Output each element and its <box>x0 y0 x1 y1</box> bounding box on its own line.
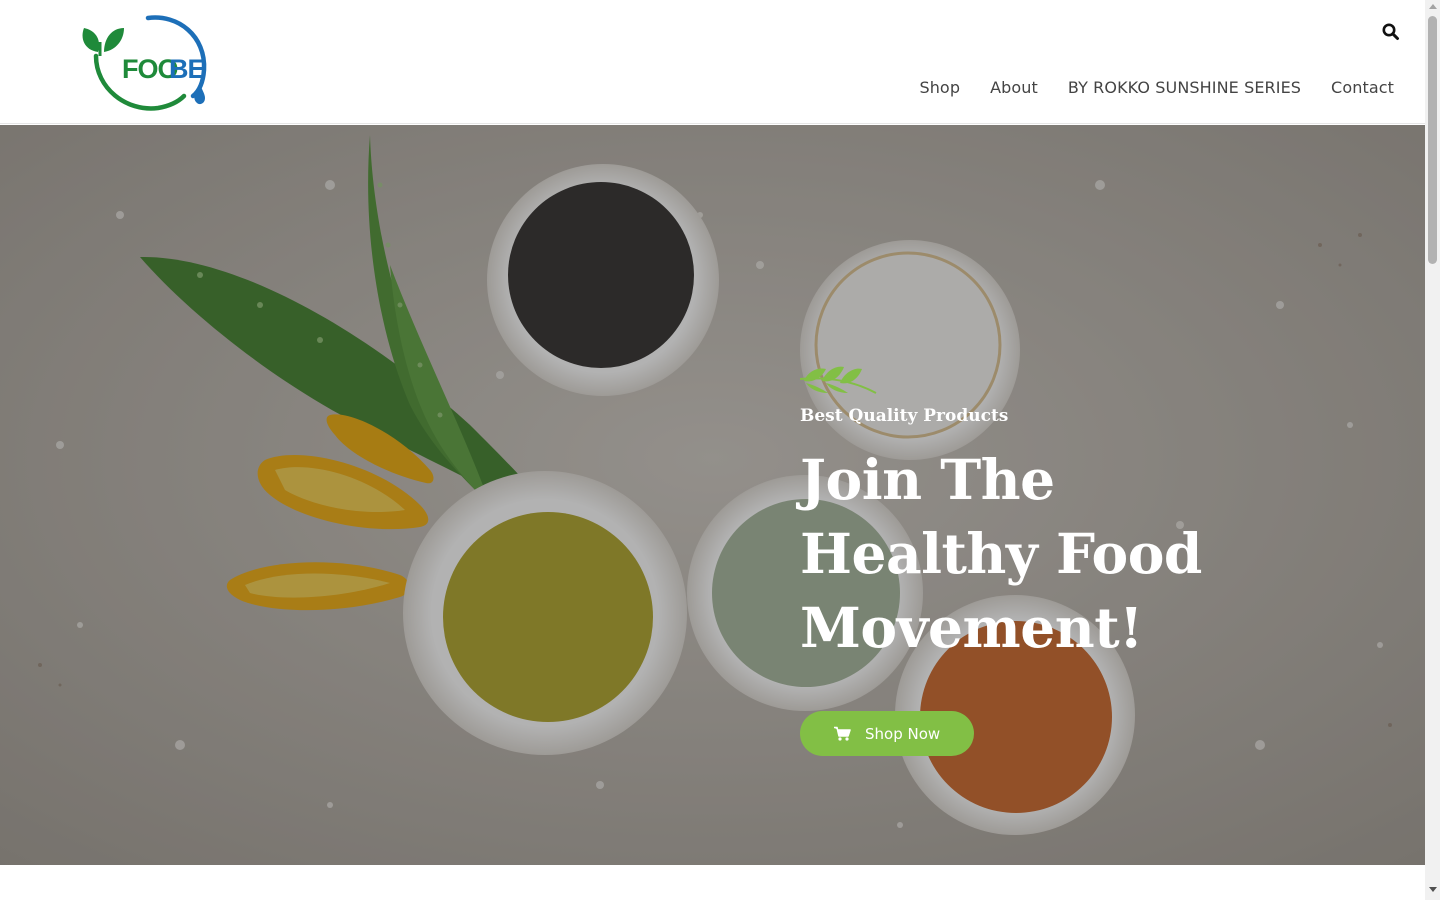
hero-headline: Join The Healthy Food Movement! <box>800 447 1202 660</box>
hero-kicker: Best Quality Products <box>800 406 1009 426</box>
scroll-thumb[interactable] <box>1428 16 1437 264</box>
scroll-up-arrow-icon[interactable] <box>1429 4 1437 9</box>
nav-item-about[interactable]: About <box>990 76 1038 100</box>
shop-now-button[interactable]: Shop Now <box>800 711 975 756</box>
site-logo[interactable]: FOO BE <box>78 12 214 114</box>
hero-content: Best Quality Products Join The Healthy F… <box>800 359 1320 756</box>
nav-item-shop[interactable]: Shop <box>919 76 960 100</box>
site-header: FOO BE Shop About BY ROKKO SUNSHINE SERI… <box>0 0 1425 124</box>
hero-section: Best Quality Products Join The Healthy F… <box>0 125 1425 865</box>
foobe-logo-icon: FOO BE <box>82 15 207 111</box>
main-nav: Shop About BY ROKKO SUNSHINE SERIES Cont… <box>919 76 1394 100</box>
cart-icon <box>834 726 851 741</box>
search-icon <box>1382 23 1399 40</box>
svg-text:BE: BE <box>169 54 205 84</box>
shop-now-label: Shop Now <box>865 724 941 743</box>
page-scrollbar[interactable] <box>1425 0 1440 900</box>
scroll-down-arrow-icon[interactable] <box>1429 887 1437 892</box>
leaf-sprig-icon <box>800 366 877 394</box>
search-button[interactable] <box>1381 22 1401 42</box>
nav-item-rokko-sunshine-series[interactable]: BY ROKKO SUNSHINE SERIES <box>1068 76 1301 100</box>
nav-item-contact[interactable]: Contact <box>1331 76 1394 100</box>
